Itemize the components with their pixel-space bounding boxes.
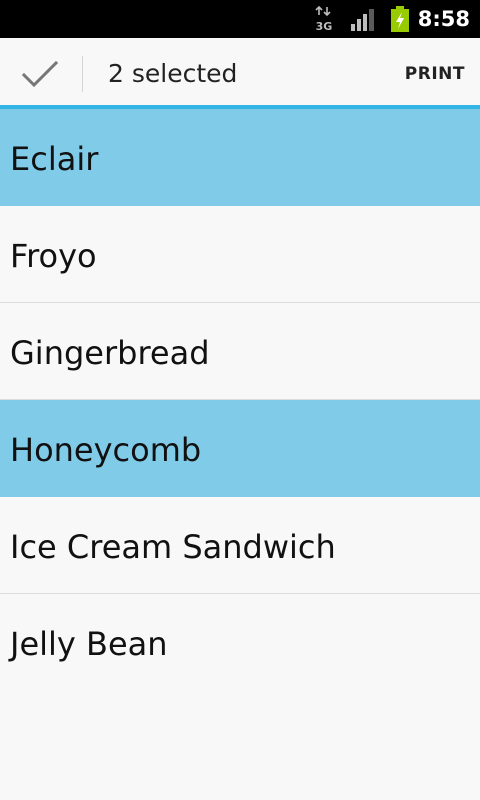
network-3g-icon: 3G xyxy=(315,6,333,33)
status-time: 8:58 xyxy=(417,7,470,31)
list-item-label: Ice Cream Sandwich xyxy=(10,528,336,566)
list-item[interactable]: Jelly Bean xyxy=(0,594,480,691)
screen: 3G 8:58 2 selected PRINT Eclair Froyo Gi… xyxy=(0,0,480,800)
item-list: Eclair Froyo Gingerbread Honeycomb Ice C… xyxy=(0,109,480,691)
list-item-label: Froyo xyxy=(10,237,97,275)
list-item-label: Honeycomb xyxy=(10,431,202,469)
list-item[interactable]: Honeycomb xyxy=(0,400,480,497)
action-bar-divider xyxy=(82,56,83,92)
print-button[interactable]: PRINT xyxy=(405,38,465,110)
contextual-action-bar: 2 selected PRINT xyxy=(0,38,480,105)
list-item-label: Gingerbread xyxy=(10,334,210,372)
list-item[interactable]: Ice Cream Sandwich xyxy=(0,497,480,594)
done-button[interactable] xyxy=(0,38,80,105)
list-item[interactable]: Froyo xyxy=(0,206,480,303)
list-item[interactable]: Gingerbread xyxy=(0,303,480,400)
list-item-label: Eclair xyxy=(10,140,99,178)
selection-count-title: 2 selected xyxy=(108,59,238,88)
list-item-label: Jelly Bean xyxy=(10,625,168,663)
network-type-label: 3G xyxy=(316,20,333,33)
signal-strength-icon xyxy=(351,9,374,31)
status-bar: 3G 8:58 xyxy=(0,0,480,38)
checkmark-icon xyxy=(22,60,58,88)
list-item[interactable]: Eclair xyxy=(0,109,480,206)
battery-charging-icon xyxy=(391,6,409,32)
